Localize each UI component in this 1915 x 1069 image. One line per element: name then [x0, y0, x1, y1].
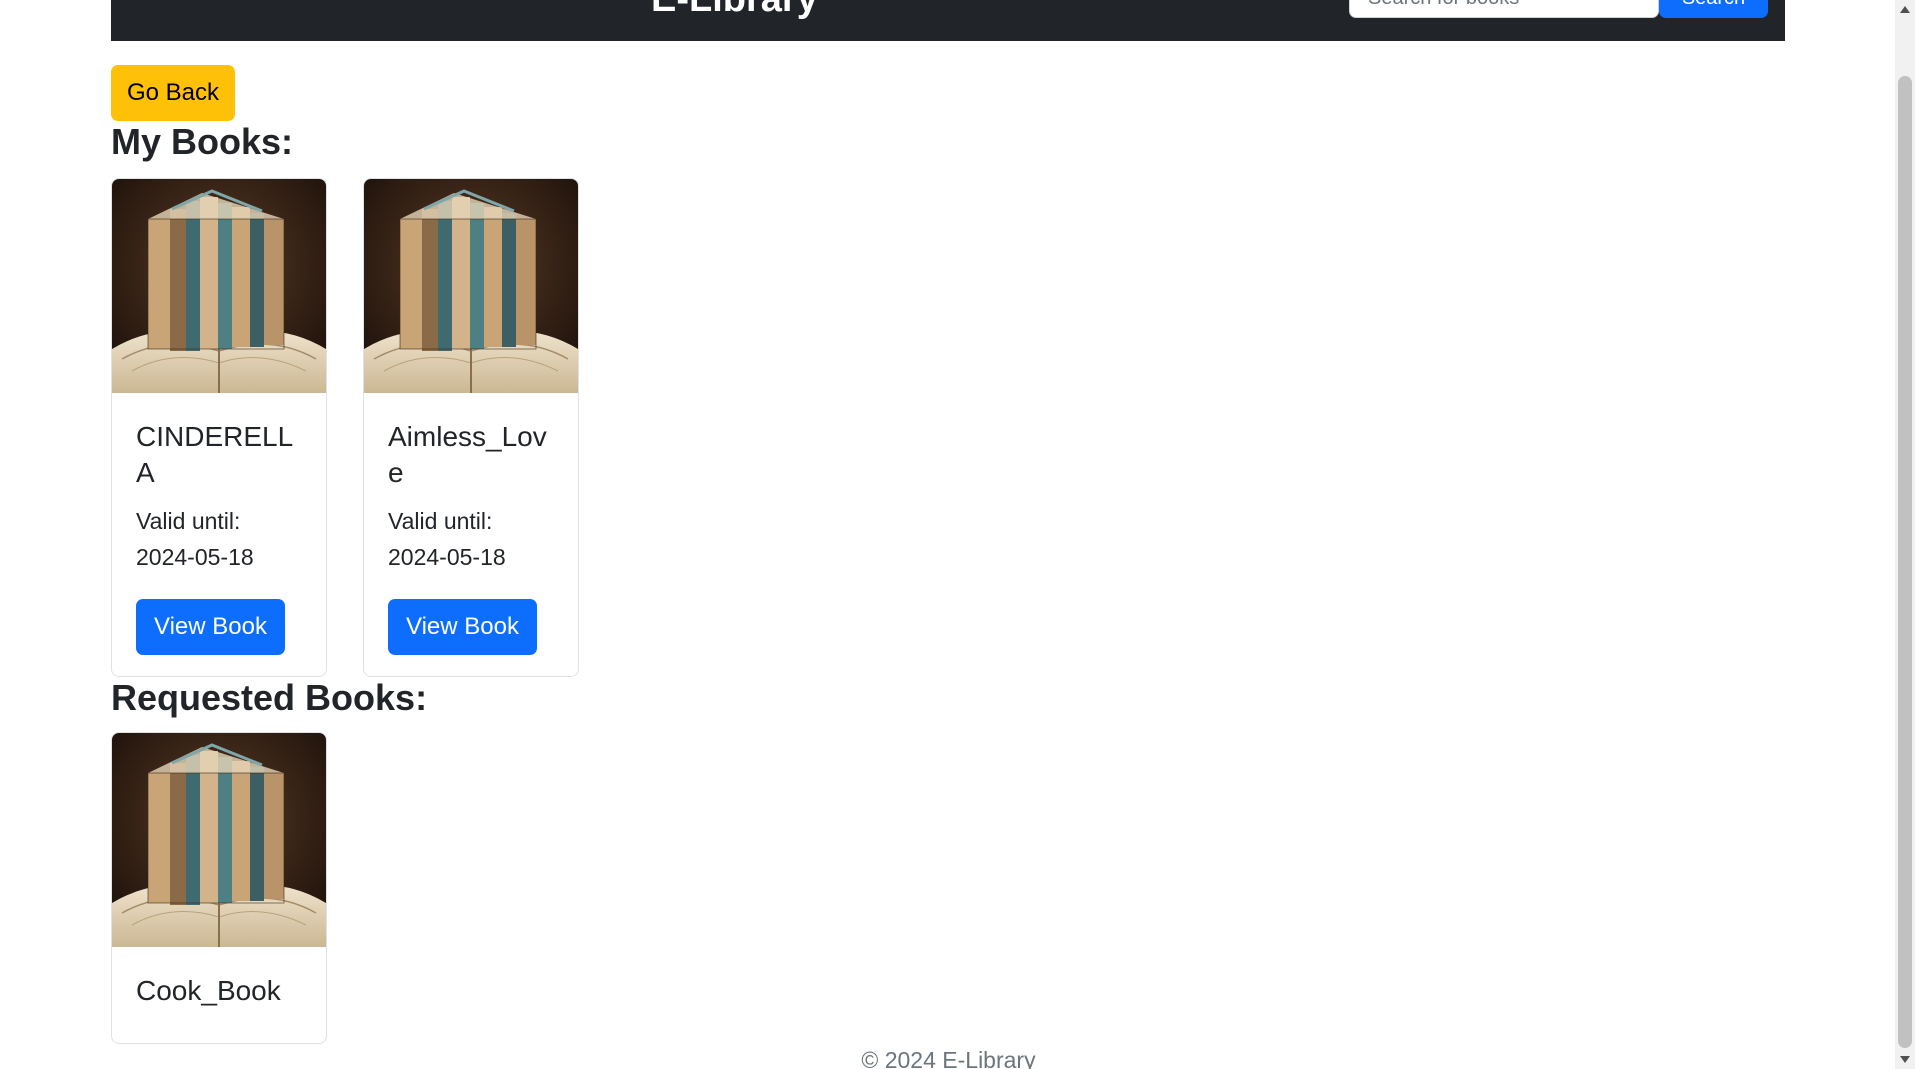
navbar: E-Library Search: [111, 0, 1785, 41]
book-title: Aimless_Love: [388, 421, 547, 488]
page: E-Library Search Go Back My Books: CINDE…: [0, 0, 1915, 1069]
valid-until-label: Valid until:: [388, 508, 493, 534]
search-button[interactable]: Search: [1659, 0, 1768, 18]
valid-until-text: Valid until: 2024-05-18: [388, 503, 554, 575]
book-cover-image: [112, 179, 326, 393]
valid-until-text: Valid until: 2024-05-18: [136, 503, 302, 575]
book-card: Aimless_Love Valid until: 2024-05-18 Vie…: [363, 178, 579, 677]
view-book-button[interactable]: View Book: [136, 599, 285, 655]
scroll-up-arrow-icon[interactable]: [1900, 6, 1910, 13]
book-title: CINDERELLA: [136, 421, 294, 488]
book-title: Cook_Book: [136, 975, 281, 1006]
brand-title[interactable]: E-Library: [651, 0, 818, 21]
search-input[interactable]: [1349, 0, 1659, 18]
go-back-button[interactable]: Go Back: [111, 65, 235, 121]
footer-copyright: © 2024 E-Library: [861, 1047, 1036, 1069]
view-book-button[interactable]: View Book: [388, 599, 537, 655]
book-card: CINDERELLA Valid until: 2024-05-18 View …: [111, 178, 327, 677]
requested-books-heading: Requested Books:: [111, 677, 428, 718]
my-books-heading: My Books:: [111, 121, 294, 162]
scroll-down-arrow-icon[interactable]: [1900, 1056, 1910, 1063]
valid-until-date: 2024-05-18: [388, 544, 506, 570]
valid-until-label: Valid until:: [136, 508, 241, 534]
valid-until-date: 2024-05-18: [136, 544, 254, 570]
requested-book-card: Cook_Book: [111, 732, 327, 1044]
book-cover-image: [112, 733, 326, 947]
scrollbar-thumb[interactable]: [1898, 76, 1912, 1048]
book-cover-image: [364, 179, 578, 393]
vertical-scrollbar[interactable]: [1895, 0, 1915, 1069]
